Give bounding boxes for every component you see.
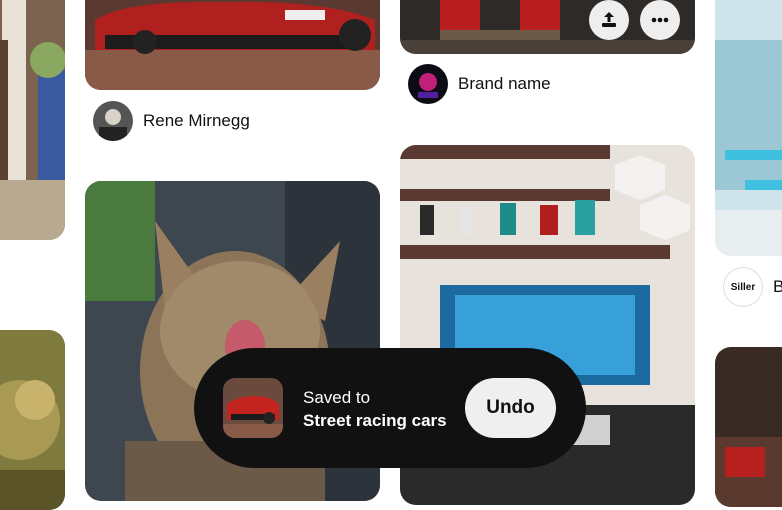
more-options-button[interactable] <box>640 0 680 40</box>
pin-right-top-image <box>715 0 782 256</box>
creator-name[interactable]: Brand name <box>458 74 551 94</box>
saved-toast: Saved to Street racing cars Undo <box>194 348 586 468</box>
toast-saved-to-label: Saved to <box>303 388 371 407</box>
board-thumbnail <box>223 378 283 438</box>
avatar <box>93 101 133 141</box>
pin-left-top[interactable] <box>0 0 65 240</box>
pin-red-car[interactable] <box>85 0 380 90</box>
creator-name[interactable]: Rene Mirnegg <box>143 111 250 131</box>
pin-right-bottom[interactable] <box>715 347 782 507</box>
share-icon <box>602 12 616 27</box>
toast-board-name: Street racing cars <box>303 411 447 430</box>
creator-right[interactable]: Siller Be <box>723 267 782 307</box>
avatar: Siller <box>723 267 763 307</box>
creator-name[interactable]: Be <box>773 277 782 297</box>
avatar-logo: Siller <box>730 281 756 293</box>
pin-right-bottom-image <box>715 347 782 507</box>
undo-button[interactable]: Undo <box>465 378 556 438</box>
creator-rene[interactable]: Rene Mirnegg <box>93 101 250 141</box>
pin-left-bottom[interactable] <box>0 330 65 510</box>
share-button[interactable] <box>589 0 629 40</box>
pin-left-bottom-image <box>0 330 65 510</box>
avatar <box>408 64 448 104</box>
pin-right-top[interactable] <box>715 0 782 256</box>
more-options-icon <box>651 17 669 23</box>
creator-brand[interactable]: Brand name <box>408 64 551 104</box>
pin-red-car-image <box>85 0 380 90</box>
pin-left-top-image <box>0 0 65 240</box>
